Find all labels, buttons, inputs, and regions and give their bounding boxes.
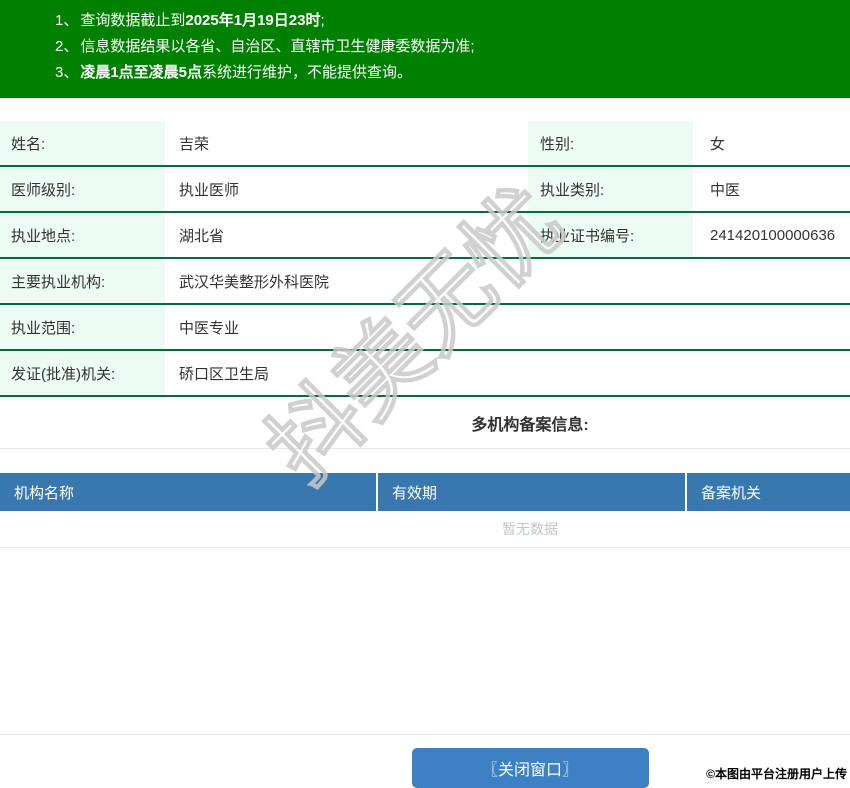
filing-column-header: 机构名称 (0, 473, 378, 511)
filing-empty-row: 暂无数据 (0, 511, 850, 548)
field-value: 中医专业 (179, 319, 240, 337)
field-label: 姓名: (0, 121, 165, 165)
notice-banner: 1、 查询数据截止到2025年1月19日23时; 2、 信息数据结果以各省、自治区、直… (0, 0, 850, 98)
field-label: 执业证书编号: (528, 213, 693, 257)
notice-item: 1、 查询数据截止到2025年1月19日23时; (55, 12, 325, 29)
profile-row: 姓名: 吉荣 性别: 女 (0, 121, 850, 167)
practitioner-info-table: 姓名: 吉荣 性别: 女医师级别: 执业医师 执业类别: 中医执业地点: 湖北省 执业证书编号:… (0, 121, 850, 397)
filing-section-title: 多机构备案信息: (471, 416, 589, 434)
profile-row: 执业地点: 湖北省 执业证书编号: 241420100000636 (0, 213, 850, 259)
field-value: 女 (710, 135, 726, 153)
filing-column-header: 有效期 (378, 473, 687, 511)
notice-number: 3、 (55, 64, 79, 81)
field-value: 吉荣 (179, 135, 210, 153)
notice-number: 2、 (55, 38, 79, 55)
profile-row: 执业范围: 中医专业 (0, 305, 850, 351)
notice-list: 1、 查询数据截止到2025年1月19日23时; 2、 信息数据结果以各省、自治区、直… (55, 8, 840, 86)
filing-table-header: 机构名称 有效期 备案机关 (0, 473, 850, 511)
field-value: 241420100000636 (710, 226, 836, 244)
field-value: 硚口区卫生局 (179, 365, 270, 383)
field-label: 性别: (528, 121, 693, 165)
notice-item: 2、 信息数据结果以各省、自治区、直辖市卫生健康委数据为准; (55, 38, 475, 55)
upload-credit-text: ©本图由平台注册用户上传 (706, 767, 847, 781)
bottom-divider (0, 734, 850, 735)
field-label: 主要执业机构: (0, 259, 165, 303)
profile-row: 医师级别: 执业医师 执业类别: 中医 (0, 167, 850, 213)
field-value: 武汉华美整形外科医院 (179, 273, 330, 291)
filing-section-title-row: 多机构备案信息: (0, 397, 850, 449)
field-value: 湖北省 (179, 227, 225, 245)
field-label: 发证(批准)机关: (0, 351, 165, 395)
close-window-button[interactable]: 〖关闭窗口〗 (411, 748, 649, 788)
field-label: 医师级别: (0, 167, 165, 211)
field-value: 中医 (710, 181, 741, 199)
filing-column-header: 备案机关 (687, 473, 850, 511)
notice-number: 1、 (55, 12, 79, 29)
field-label: 执业类别: (528, 167, 693, 211)
field-label: 执业地点: (0, 213, 165, 257)
profile-row: 主要执业机构: 武汉华美整形外科医院 (0, 259, 850, 305)
notice-item: 3、 凌晨1点至凌晨5点系统进行维护，不能提供查询。 (55, 64, 413, 81)
field-value: 执业医师 (179, 181, 240, 199)
profile-row: 发证(批准)机关: 硚口区卫生局 (0, 351, 850, 397)
no-data-text: 暂无数据 (502, 521, 558, 537)
field-label: 执业范围: (0, 305, 165, 349)
